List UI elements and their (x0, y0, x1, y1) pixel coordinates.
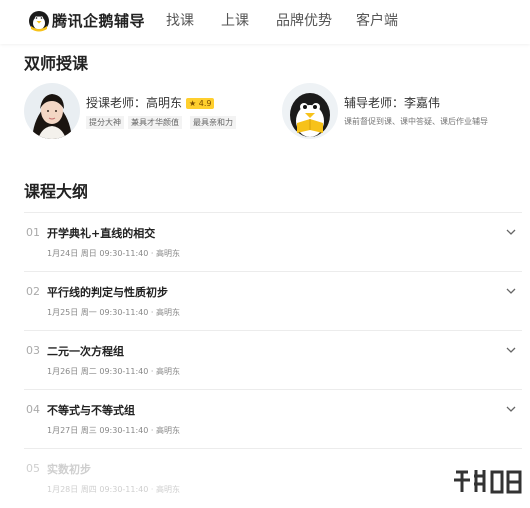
watermark-logo (450, 466, 524, 496)
lesson-number: 04 (26, 403, 40, 416)
chevron-down-icon[interactable] (506, 227, 516, 237)
lead-teacher-avatar (24, 83, 80, 139)
nav-find-course[interactable]: 找课 (166, 12, 194, 30)
teachers-section-title: 双师授课 (24, 54, 89, 73)
lesson-number: 02 (26, 285, 40, 298)
penguin-logo-icon[interactable] (28, 10, 50, 32)
lesson-row[interactable]: 04 不等式与不等式组 1月27日 周三 09:30-11:40 · 高明东 (24, 389, 522, 449)
lesson-title: 二元一次方程组 (47, 345, 124, 358)
lesson-title: 不等式与不等式组 (47, 404, 135, 417)
assistant-teacher-desc: 课前督促到课、课中答疑、课后作业辅导 (344, 117, 488, 126)
lesson-row[interactable]: 03 二元一次方程组 1月26日 周二 09:30-11:40 · 高明东 (24, 330, 522, 390)
chevron-down-icon[interactable] (506, 404, 516, 414)
lesson-meta: 1月26日 周二 09:30-11:40 · 高明东 (47, 367, 180, 376)
lesson-title: 开学典礼+直线的相交 (47, 227, 156, 240)
nav-client-app[interactable]: 客户端 (356, 12, 398, 30)
lead-teacher-name-text: 授课老师：高明东 (86, 96, 183, 110)
teacher-tag: 提分大神 (86, 116, 124, 129)
brand-name[interactable]: 腾讯企鹅辅导 (52, 10, 145, 32)
assistant-teacher-name: 辅导老师：李嘉伟 (344, 96, 441, 110)
lesson-number: 03 (26, 344, 40, 357)
lesson-row[interactable]: 02 平行线的判定与性质初步 1月25日 周一 09:30-11:40 · 高明… (24, 271, 522, 331)
lesson-meta: 1月24日 周日 09:30-11:40 · 高明东 (47, 249, 180, 258)
lead-teacher-name: 授课老师：高明东 ★ 4.9 (86, 95, 215, 111)
lesson-title: 平行线的判定与性质初步 (47, 286, 168, 299)
chevron-down-icon[interactable] (506, 345, 516, 355)
teacher-tag: 最具亲和力 (190, 116, 236, 129)
top-nav-bar: 腾讯企鹅辅导 找课 上课 品牌优势 客户端 (0, 0, 530, 44)
lesson-number: 05 (26, 462, 40, 475)
lesson-row[interactable]: 01 开学典礼+直线的相交 1月24日 周日 09:30-11:40 · 高明东 (24, 212, 522, 272)
chevron-down-icon[interactable] (506, 286, 516, 296)
rating-badge-icon: ★ 4.9 (186, 98, 215, 109)
lesson-meta: 1月28日 周四 09:30-11:40 · 高明东 (47, 485, 180, 494)
rating-value: 4.9 (198, 99, 212, 108)
teacher-tag: 兼具才华颜值 (128, 116, 182, 129)
lesson-meta: 1月27日 周三 09:30-11:40 · 高明东 (47, 426, 180, 435)
lesson-title: 实数初步 (47, 463, 91, 476)
lesson-number: 01 (26, 226, 40, 239)
nav-brand-advantage[interactable]: 品牌优势 (276, 12, 332, 30)
lesson-meta: 1月25日 周一 09:30-11:40 · 高明东 (47, 308, 180, 317)
outline-section-title: 课程大纲 (24, 182, 89, 201)
nav-attend-class[interactable]: 上课 (221, 12, 249, 30)
assistant-teacher-avatar (282, 83, 338, 139)
